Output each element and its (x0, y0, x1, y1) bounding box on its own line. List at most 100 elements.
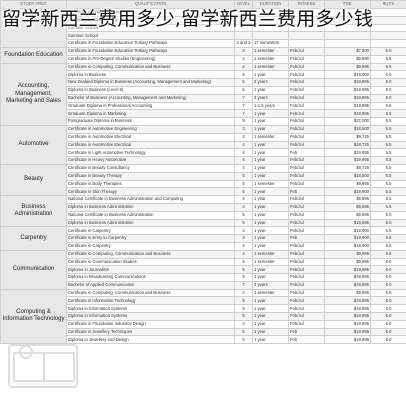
table-cell: $7,800 (324, 46, 371, 56)
table-cell: 4 (234, 62, 253, 72)
table-cell: 4 (234, 140, 253, 150)
table-cell: 5 (234, 273, 253, 282)
table-cell: Diploma in Business (Level 6) (66, 85, 235, 95)
table-cell: $9,995 (324, 62, 371, 72)
table-cell: 1 semester (252, 62, 289, 72)
table-cell: 7 (234, 280, 253, 290)
table-cell: 5 (234, 335, 253, 345)
table-cell: 5.5 (370, 288, 406, 298)
table-cell: 5 (234, 218, 253, 228)
table-cell: 7 (234, 109, 253, 119)
table-cell: 6.0 (370, 273, 406, 282)
table-cell: Feb/Jul (288, 280, 325, 290)
study-area-cell: Business Administration (0, 195, 67, 228)
table-cell: 5.5 (370, 179, 406, 189)
study-area-cell: Communication (0, 249, 67, 290)
table-cell (370, 39, 406, 48)
table-cell: 5.5 (370, 249, 406, 259)
table-cell: 6.5 (370, 109, 406, 119)
table-cell: Feb/Jul (288, 257, 325, 267)
table-cell: $9,995 (324, 195, 371, 204)
table-cell: Feb/Jul (288, 304, 325, 314)
table-cell: $9,995 (324, 179, 371, 189)
table-cell: Certificate in Automotive Electrical (66, 140, 235, 150)
table-cell: Feb/Jul (288, 70, 325, 80)
table-cell: Feb/Jul (288, 319, 325, 329)
table-cell: Feb/Jul (288, 163, 325, 173)
table-cell: $19,995 (324, 101, 371, 111)
table-cell: 5 (234, 296, 253, 306)
table-cell: 5 (234, 171, 253, 181)
table-cell: $19,900 (324, 70, 371, 80)
table-cell: Bachelor of Business (Accounting, Manage… (66, 93, 235, 103)
study-area-cell: Computing & Information Technology (0, 288, 67, 345)
table-row: Business Administration National Certific… (0, 195, 406, 228)
table-cell: Feb/Jul (288, 249, 325, 259)
table-cell: 1 year (252, 202, 289, 212)
table-row: Beauty Certificate in Beauty Consultancy 4… (0, 163, 406, 197)
table-cell: New Zealand Diploma in Business (Account… (66, 78, 235, 87)
table-cell: Certificate in Heavy Automotive (66, 156, 235, 165)
table-cell: Feb/Jul (288, 62, 325, 72)
table-cell: 6.0 (370, 335, 406, 345)
table-cell: 1 year (252, 140, 289, 150)
study-area-cell: Carpentry (0, 226, 67, 251)
table-cell: 6.0 (370, 210, 406, 220)
table-cell: Feb/Jul (288, 210, 325, 220)
table-cell: Diploma in Information Systems (66, 304, 235, 314)
table-cell: Feb/Jul (288, 54, 325, 64)
table-cell: 5 (234, 257, 253, 267)
table-cell: $19,900 (324, 187, 371, 197)
table-cell: 1 year (252, 163, 289, 173)
table-cell: 3 years (252, 93, 289, 103)
table-cell: Certificate in Skin Therapy (66, 187, 235, 197)
table-cell: 5.5 (370, 148, 406, 158)
table-cell (324, 39, 371, 48)
table-cell: 5 (234, 210, 253, 220)
table-cell: Certificate in Entry to Carpentry (66, 234, 235, 243)
table-cell: 5 (234, 327, 253, 337)
table-cell: 1 semester (252, 288, 289, 298)
table-cell: $9,995 (324, 257, 371, 267)
table-cell: Feb (288, 234, 325, 243)
table-cell: 3 years (252, 280, 289, 290)
table-cell: Feb/Jul (288, 218, 325, 228)
table-cell: 4 (234, 249, 253, 259)
table-cell: 1 year (252, 218, 289, 228)
table-cell: 2 and 3 (234, 39, 253, 48)
table-cell: 6.0 (370, 218, 406, 228)
table-cell: 1 year (252, 148, 289, 158)
table-cell: 1 year (252, 85, 289, 95)
table-cell: $19,995 (324, 304, 371, 314)
study-area-cell: Automotive (0, 124, 67, 165)
table-cell: Feb/Jul (288, 140, 325, 150)
table-cell: 1 semester (252, 46, 289, 56)
table-cell: 1 semester (252, 257, 289, 267)
table-cell: 5 (234, 179, 253, 189)
table-cell: Summer School (66, 31, 235, 41)
table-cell: 1 year (252, 171, 289, 181)
table-cell: Diploma in Business Administration (66, 202, 235, 212)
table-cell: 6.0 (370, 85, 406, 95)
table-cell: 5.5 (370, 234, 406, 243)
table-cell: 5 (234, 265, 253, 275)
table-cell: Certificate in Automotive Electrical (66, 132, 235, 142)
table-cell: $9,995 (324, 202, 371, 212)
table-cell: Certificate in Computing, Communication … (66, 62, 235, 72)
table-cell: 5 (234, 70, 253, 80)
table-cell: 1 year (252, 241, 289, 251)
table-cell: Feb/Jul (288, 296, 325, 306)
table-cell: 5.5 (370, 202, 406, 212)
table-cell: Diploma in Information Systems (66, 312, 235, 321)
table-cell (288, 39, 325, 48)
table-cell: Feb/Jul (288, 312, 325, 321)
table-cell: Feb/Jul (288, 85, 325, 95)
table-row: Automotive Certificate in Automotive Engi… (0, 124, 406, 165)
table-cell: 1 year (252, 304, 289, 314)
table-cell: 5 (234, 78, 253, 87)
study-area-cell: Foundation Education (0, 46, 67, 64)
table-cell: 8 (234, 117, 253, 126)
table-row: Carpentry Certificate in Carpentry 3 1 year… (0, 226, 406, 251)
table-cell: 1 semester (252, 132, 289, 142)
table-cell: 5.5 (370, 140, 406, 150)
